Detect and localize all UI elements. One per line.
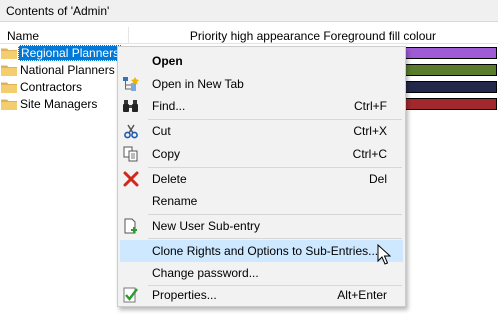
menu-item-change-password[interactable]: Change password... xyxy=(120,262,403,284)
menu-item-shortcut: Ctrl+F xyxy=(354,99,387,113)
list-item-label: Site Managers xyxy=(20,97,98,111)
list-item-label: National Planners xyxy=(20,63,115,77)
list-item-label: Contractors xyxy=(20,80,83,94)
folder-icon xyxy=(1,82,17,93)
menu-item-shortcut: Ctrl+X xyxy=(353,124,387,138)
copy-icon xyxy=(123,146,138,162)
column-header-row: Name Priority high appearance Foreground… xyxy=(0,27,498,44)
menu-item-open[interactable]: Open xyxy=(120,50,403,72)
menu-item-copy[interactable]: Copy Ctrl+C xyxy=(120,143,403,165)
menu-item-label: Open xyxy=(152,54,183,68)
tree-tab-icon xyxy=(123,77,139,91)
menu-item-rename[interactable]: Rename xyxy=(120,190,403,212)
menu-item-label: Open in New Tab xyxy=(152,77,244,91)
folder-icon xyxy=(1,48,17,59)
folder-icon xyxy=(1,65,17,76)
menu-item-label: Clone Rights and Options to Sub-Entries.… xyxy=(152,244,379,258)
menu-item-open-new-tab[interactable]: Open in New Tab xyxy=(120,73,403,95)
menu-item-label: Find... xyxy=(152,99,186,113)
window-title-bar: Contents of 'Admin' xyxy=(0,0,498,22)
colour-swatch xyxy=(405,81,497,93)
scissors-icon xyxy=(124,124,138,139)
menu-item-find[interactable]: Find... Ctrl+F xyxy=(120,95,403,117)
menu-item-label: Delete xyxy=(152,172,187,186)
new-document-icon xyxy=(124,218,137,234)
menu-item-label: Change password... xyxy=(152,266,259,280)
menu-item-clone-rights[interactable]: Clone Rights and Options to Sub-Entries.… xyxy=(120,240,403,262)
menu-item-shortcut: Ctrl+C xyxy=(352,147,387,161)
list-item-label: Regional Planners xyxy=(18,45,123,61)
menu-item-label: Cut xyxy=(152,124,171,138)
column-header-name[interactable]: Name xyxy=(7,29,39,43)
red-x-icon xyxy=(123,171,139,187)
window-title: Contents of 'Admin' xyxy=(6,4,110,18)
menu-item-label: New User Sub-entry xyxy=(152,219,261,233)
folder-icon xyxy=(1,99,17,110)
menu-item-delete[interactable]: Delete Del xyxy=(120,168,403,190)
menu-item-label: Rename xyxy=(152,194,198,208)
colour-swatch xyxy=(405,47,497,59)
colour-swatch xyxy=(405,98,497,110)
menu-item-label: Properties... xyxy=(152,288,217,302)
menu-item-shortcut: Del xyxy=(368,172,387,186)
menu-separator xyxy=(148,238,402,239)
menu-item-shortcut: Alt+Enter xyxy=(337,288,387,302)
mouse-cursor-icon xyxy=(377,244,391,265)
column-header-colour[interactable]: Priority high appearance Foreground fill… xyxy=(128,29,498,43)
colour-swatch xyxy=(405,64,497,76)
menu-item-label: Copy xyxy=(152,147,181,161)
menu-item-cut[interactable]: Cut Ctrl+X xyxy=(120,120,403,142)
context-menu: Open Open in New Tab Find... Ctrl+F Cut … xyxy=(117,46,406,307)
green-check-icon xyxy=(123,287,138,303)
menu-item-properties[interactable]: Properties... Alt+Enter xyxy=(120,284,403,306)
binoculars-icon xyxy=(123,100,138,112)
menu-item-new-user-sub-entry[interactable]: New User Sub-entry xyxy=(120,215,403,237)
